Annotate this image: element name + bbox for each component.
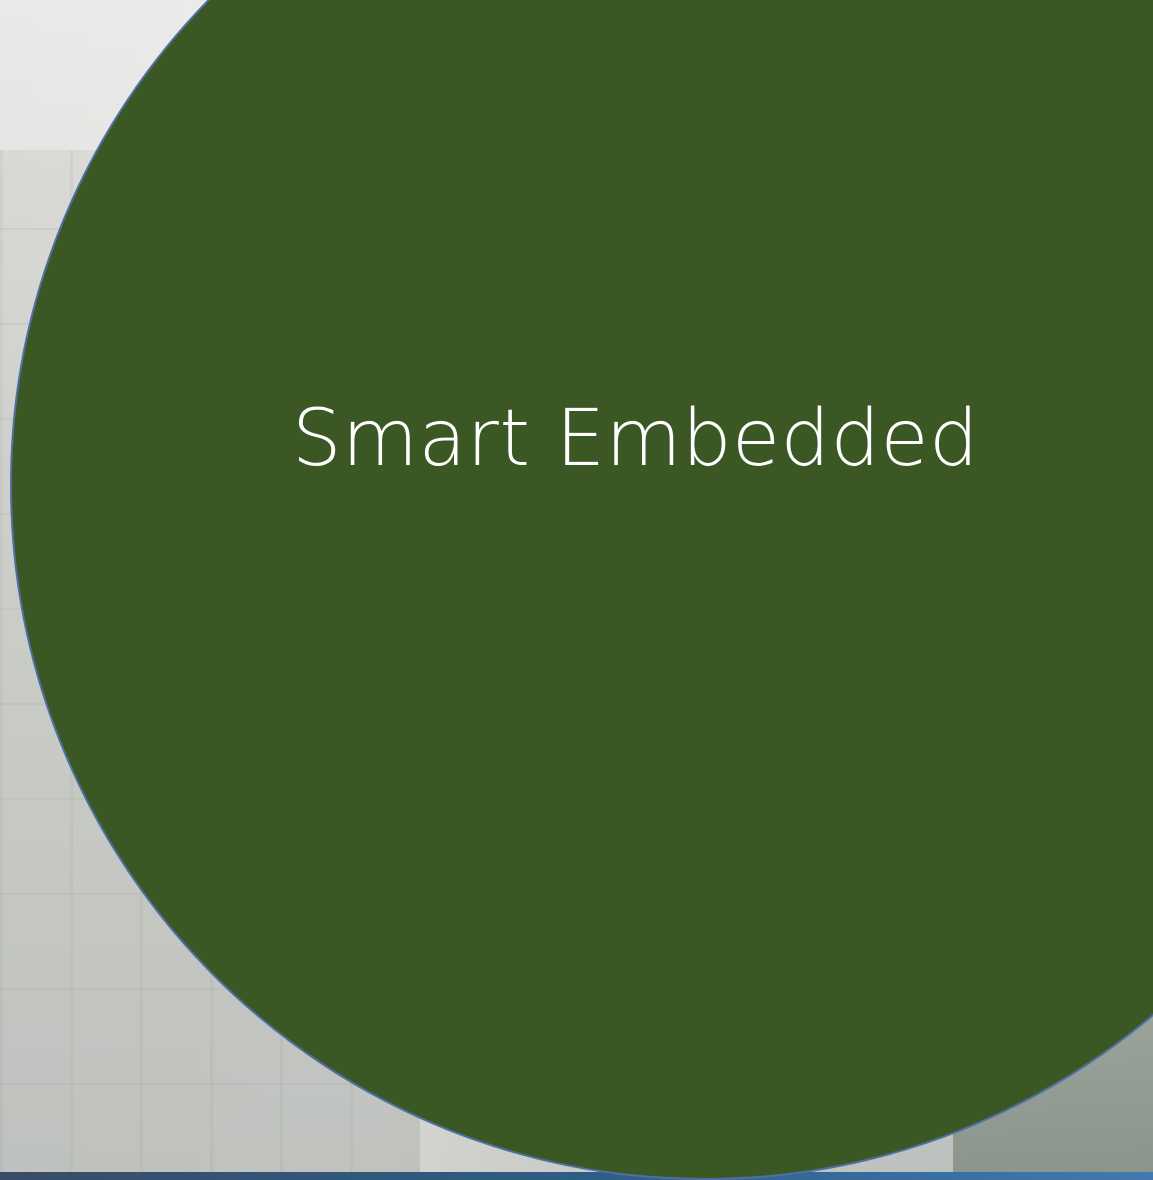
bottom-accent-strip	[0, 1172, 1153, 1180]
slide: Smart Embedded	[0, 0, 1153, 1180]
slide-title: Smart Embedded	[292, 394, 980, 484]
